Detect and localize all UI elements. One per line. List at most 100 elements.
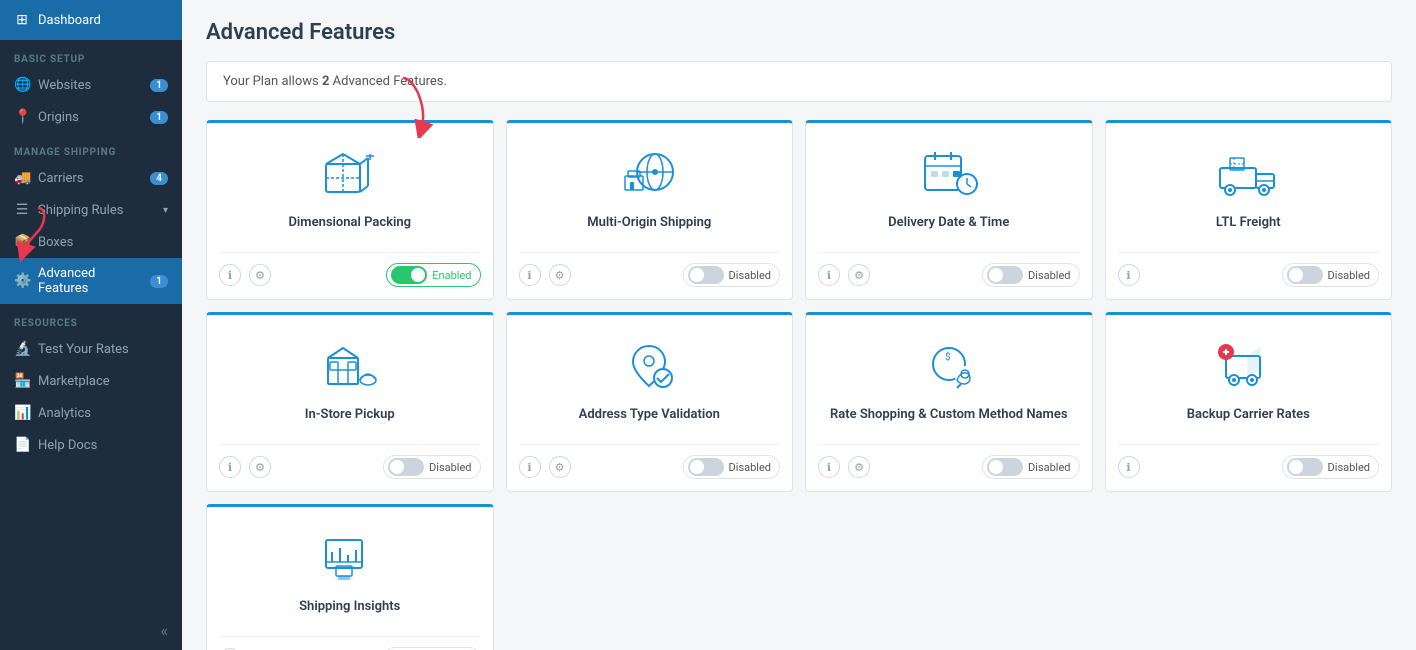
settings-button[interactable]: ⚙ [848, 456, 870, 478]
info-button[interactable]: ℹ [219, 264, 241, 286]
sidebar-item-label: Marketplace [38, 374, 110, 389]
feature-card-rate-shopping: $ Rate Shopping & Custom Method Names ℹ … [805, 312, 1093, 492]
plan-notice-suffix: Advanced Features. [333, 74, 447, 89]
dimensional-packing-name: Dimensional Packing [288, 215, 411, 238]
address-toggle-wrapper[interactable]: Disabled [683, 455, 780, 479]
footer-actions: ℹ [1118, 264, 1140, 286]
sidebar-item-label: Shipping Rules [38, 203, 123, 218]
ltl-freight-name: LTL Freight [1216, 215, 1281, 238]
settings-button[interactable]: ⚙ [249, 264, 271, 286]
sidebar-item-label: Dashboard [38, 13, 101, 28]
sidebar-item-origins[interactable]: 📍 Origins 1 [0, 101, 182, 133]
footer-actions: ℹ ⚙ [219, 264, 271, 286]
delivery-toggle[interactable] [987, 266, 1023, 284]
footer-actions: ℹ ⚙ [818, 456, 870, 478]
ltl-freight-footer: ℹ Disabled [1118, 252, 1380, 287]
sidebar-item-label: Test Your Rates [38, 342, 129, 357]
dimensional-packing-toggle[interactable] [391, 266, 427, 284]
sidebar-item-help-docs[interactable]: 📄 Help Docs [0, 429, 182, 461]
plan-notice: Your Plan allows 2 Advanced Features. [206, 61, 1392, 102]
feature-card-shipping-insights: Shipping Insights ℹ Disabled [206, 504, 494, 650]
settings-button[interactable]: ⚙ [848, 264, 870, 286]
sidebar-item-websites[interactable]: 🌐 Websites 1 [0, 69, 182, 101]
multi-origin-toggle-wrapper[interactable]: Disabled [683, 263, 780, 287]
sidebar-item-label: Websites [38, 78, 91, 93]
websites-badge: 1 [150, 79, 168, 92]
origins-badge: 1 [150, 111, 168, 124]
main-content: Advanced Features Your Plan allows 2 Adv… [182, 0, 1416, 650]
info-button[interactable]: ℹ [219, 456, 241, 478]
ltl-freight-icon [1213, 143, 1283, 203]
rate-shopping-icon: $ [914, 335, 984, 395]
settings-button[interactable]: ⚙ [549, 456, 571, 478]
dimensional-packing-toggle-wrapper[interactable]: Enabled [386, 263, 480, 287]
sidebar-item-test-rates[interactable]: 🔬 Test Your Rates [0, 333, 182, 365]
feature-card-address-type-validation: Address Type Validation ℹ ⚙ Disabled [506, 312, 794, 492]
info-button[interactable]: ℹ [519, 456, 541, 478]
address-type-validation-icon [614, 335, 684, 395]
toggle-label: Disabled [729, 269, 771, 282]
info-button[interactable]: ℹ [818, 264, 840, 286]
sidebar: ⊞ Dashboard BASIC SETUP 🌐 Websites 1 📍 O… [0, 0, 182, 650]
pickup-toggle-wrapper[interactable]: Disabled [383, 455, 480, 479]
settings-button[interactable]: ⚙ [549, 264, 571, 286]
plan-notice-text: Your Plan allows [223, 74, 319, 89]
info-button[interactable]: ℹ [519, 264, 541, 286]
backup-toggle[interactable] [1287, 458, 1323, 476]
feature-card-delivery-date-time: Delivery Date & Time ℹ ⚙ Disabled [805, 120, 1093, 300]
footer-actions: ℹ ⚙ [519, 264, 571, 286]
sidebar-item-analytics[interactable]: 📊 Analytics [0, 397, 182, 429]
feature-card-ltl-freight: LTL Freight ℹ Disabled [1105, 120, 1393, 300]
sidebar-collapse-button[interactable]: « [0, 611, 182, 650]
shipping-insights-footer: ℹ Disabled [219, 636, 481, 650]
address-toggle[interactable] [688, 458, 724, 476]
backup-toggle-wrapper[interactable]: Disabled [1282, 455, 1379, 479]
sidebar-item-label: Boxes [38, 235, 73, 250]
sidebar-item-carriers[interactable]: 🚚 Carriers 4 [0, 162, 182, 194]
advanced-features-icon: ⚙️ [14, 273, 30, 289]
multi-origin-toggle[interactable] [688, 266, 724, 284]
sidebar-item-dashboard[interactable]: ⊞ Dashboard [0, 0, 182, 40]
pickup-toggle[interactable] [388, 458, 424, 476]
page-title: Advanced Features [206, 20, 1392, 45]
ltl-toggle[interactable] [1287, 266, 1323, 284]
test-rates-icon: 🔬 [14, 341, 30, 357]
svg-text:$: $ [945, 350, 951, 363]
info-button[interactable]: ℹ [1118, 264, 1140, 286]
footer-actions: ℹ ⚙ [219, 456, 271, 478]
ltl-toggle-wrapper[interactable]: Disabled [1282, 263, 1379, 287]
feature-card-multi-origin-shipping: Multi-Origin Shipping ℹ ⚙ Disabled [506, 120, 794, 300]
sidebar-item-advanced-features[interactable]: ⚙️ Advanced Features 1 [0, 258, 182, 304]
boxes-icon: 📦 [14, 234, 30, 250]
carriers-icon: 🚚 [14, 170, 30, 186]
address-footer: ℹ ⚙ Disabled [519, 444, 781, 479]
rate-shopping-toggle-wrapper[interactable]: Disabled [982, 455, 1079, 479]
sidebar-item-marketplace[interactable]: 🏪 Marketplace [0, 365, 182, 397]
in-store-pickup-icon [315, 335, 385, 395]
in-store-pickup-footer: ℹ ⚙ Disabled [219, 444, 481, 479]
sidebar-item-label: Analytics [38, 406, 91, 421]
info-button[interactable]: ℹ [818, 456, 840, 478]
section-label-basic-setup: BASIC SETUP [0, 40, 182, 69]
toggle-label: Enabled [432, 269, 471, 282]
dimensional-packing-footer: ℹ ⚙ Enabled [219, 252, 481, 287]
footer-actions: ℹ [1118, 456, 1140, 478]
info-button[interactable]: ℹ [1118, 456, 1140, 478]
sidebar-item-boxes[interactable]: 📦 Boxes [0, 226, 182, 258]
marketplace-icon: 🏪 [14, 373, 30, 389]
backup-carrier-rates-name: Backup Carrier Rates [1187, 407, 1310, 430]
footer-actions: ℹ ⚙ [519, 456, 571, 478]
rate-shopping-footer: ℹ ⚙ Disabled [818, 444, 1080, 479]
origins-icon: 📍 [14, 109, 30, 125]
section-label-resources: RESOURCES [0, 304, 182, 333]
sidebar-item-shipping-rules[interactable]: ☰ Shipping Rules ▾ [0, 194, 182, 226]
delivery-toggle-wrapper[interactable]: Disabled [982, 263, 1079, 287]
dimensional-packing-icon [315, 143, 385, 203]
rate-shopping-toggle[interactable] [987, 458, 1023, 476]
delivery-date-time-name: Delivery Date & Time [888, 215, 1009, 238]
chevron-down-icon: ▾ [163, 205, 168, 216]
toggle-label: Disabled [1028, 269, 1070, 282]
backup-carrier-footer: ℹ Disabled [1118, 444, 1380, 479]
settings-button[interactable]: ⚙ [249, 456, 271, 478]
shipping-rules-icon: ☰ [14, 202, 30, 218]
